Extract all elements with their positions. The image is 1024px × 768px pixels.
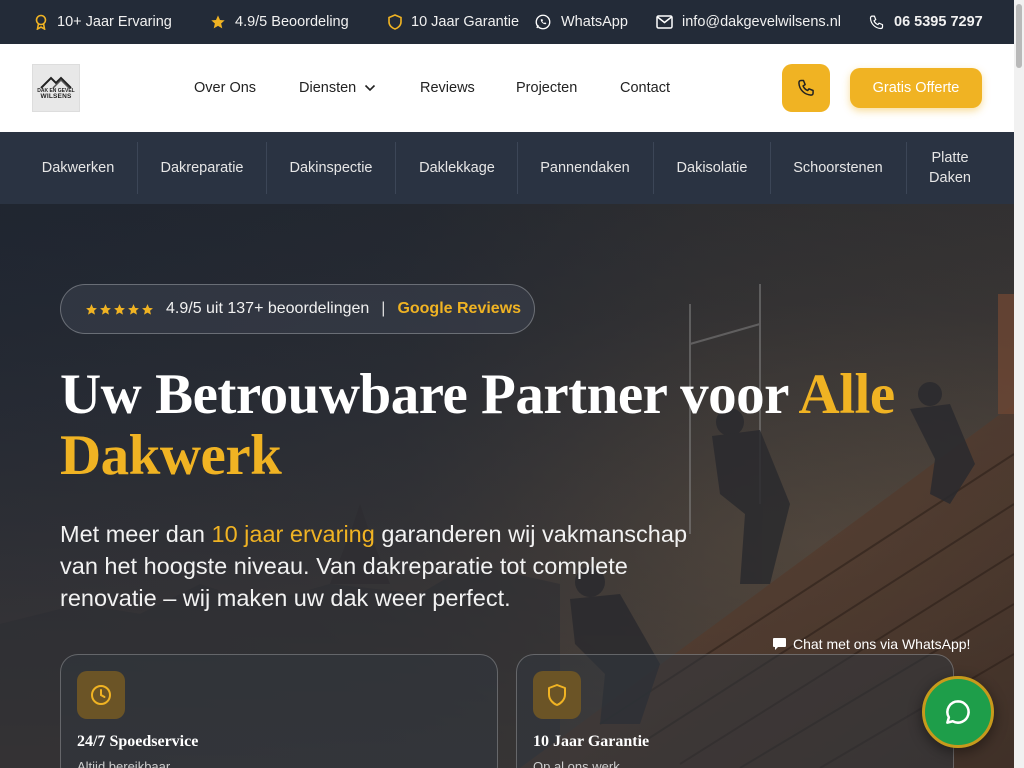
divider	[653, 142, 654, 194]
phone-icon	[869, 15, 884, 29]
nav-diensten[interactable]: Diensten	[299, 44, 376, 132]
guarantee-text: 10 Jaar Garantie	[411, 14, 520, 30]
logo[interactable]: DAK EN GEVEL WILSENS	[32, 64, 80, 112]
divider	[137, 142, 138, 194]
badge-separator: |	[381, 300, 386, 317]
nav-reviews[interactable]: Reviews	[420, 44, 475, 132]
service-dakwerken[interactable]: Dakwerken	[34, 132, 122, 204]
nav-over-ons[interactable]: Over Ons	[194, 44, 256, 132]
free-quote-button[interactable]: Gratis Offerte	[850, 68, 982, 108]
hero-title: Uw Betrouwbare Partner voor Alle Dakwerk	[60, 364, 940, 486]
star-icon	[142, 303, 153, 315]
main-header: DAK EN GEVEL WILSENS Over Ons Diensten R…	[0, 44, 1014, 132]
card-description: Altijd bereikbaar	[77, 759, 171, 768]
chevron-down-icon	[365, 84, 376, 92]
top-info-bar: 10+ Jaar Ervaring 4.9/5 Beoordeling 10 J…	[0, 0, 1014, 44]
nav-over-ons-label: Over Ons	[194, 80, 257, 96]
rating-text: 4.9/5 Beoordeling	[235, 14, 349, 30]
logo-line2: WILSENS	[40, 93, 72, 101]
whatsapp-text: WhatsApp	[561, 14, 628, 30]
rating-info: 4.9/5 Beoordeling	[210, 0, 349, 44]
star-icon	[114, 303, 125, 315]
services-bar: Dakwerken Dakreparatie Dakinspectie Dakl…	[0, 132, 1014, 204]
whatsapp-float-button[interactable]	[922, 676, 994, 748]
divider	[517, 142, 518, 194]
whatsapp-icon	[535, 14, 551, 30]
award-icon	[35, 14, 47, 30]
rating-stars	[85, 303, 154, 316]
card-icon-box	[533, 671, 581, 719]
card-title: 10 Jaar Garantie	[533, 733, 650, 750]
star-icon	[86, 303, 97, 315]
service-dakreparatie[interactable]: Dakreparatie	[152, 132, 252, 204]
nav-contact[interactable]: Contact	[620, 44, 670, 132]
card-description: Op al ons werk	[533, 759, 620, 768]
badge-rating-text: 4.9/5 uit 137+ beoordelingen	[166, 300, 370, 317]
divider	[906, 142, 907, 194]
phone-text: 06 5395 7297	[894, 14, 983, 30]
divider	[395, 142, 396, 194]
hero-sub-part1: Met meer dan	[60, 521, 212, 547]
divider	[266, 142, 267, 194]
card-title: 24/7 Spoedservice	[77, 733, 199, 750]
hero-title-main: Uw Betrouwbare Partner voor	[60, 363, 799, 426]
google-reviews-link[interactable]: Google Reviews	[397, 300, 521, 318]
service-dakisolatie[interactable]: Dakisolatie	[668, 132, 756, 204]
star-icon	[128, 303, 139, 315]
shield-icon	[388, 14, 402, 30]
mail-icon	[656, 15, 673, 29]
feature-card-garantie: 10 Jaar Garantie Op al ons werk	[516, 654, 954, 768]
whatsapp-chat-label[interactable]: Chat met ons via WhatsApp!	[772, 636, 970, 652]
service-platte-daken[interactable]: Platte Daken	[920, 132, 980, 204]
scrollbar-thumb[interactable]	[1016, 4, 1022, 68]
star-icon	[100, 303, 111, 315]
reviews-badge[interactable]: 4.9/5 uit 137+ beoordelingen | Google Re…	[60, 284, 535, 334]
hero-subtitle: Met meer dan 10 jaar ervaring garanderen…	[60, 518, 730, 614]
divider	[770, 142, 771, 194]
hero-section: 4.9/5 uit 137+ beoordelingen | Google Re…	[0, 204, 1014, 768]
speech-bubble-icon	[773, 638, 786, 650]
star-icon	[211, 15, 225, 29]
service-schoorstenen[interactable]: Schoorstenen	[785, 132, 891, 204]
chat-label-text: Chat met ons via WhatsApp!	[793, 636, 971, 652]
phone-link[interactable]: 06 5395 7297	[868, 0, 983, 44]
guarantee-info: 10 Jaar Garantie	[388, 0, 519, 44]
feature-card-spoedservice: 24/7 Spoedservice Altijd bereikbaar	[60, 654, 498, 768]
email-link[interactable]: info@dakgevelwilsens.nl	[656, 0, 841, 44]
phone-icon	[798, 79, 814, 96]
nav-reviews-label: Reviews	[420, 80, 475, 96]
service-pannendaken[interactable]: Pannendaken	[532, 132, 638, 204]
service-daklekkage[interactable]: Daklekkage	[410, 132, 504, 204]
card-icon-box	[77, 671, 125, 719]
whatsapp-link[interactable]: WhatsApp	[534, 0, 628, 44]
nav-projecten-label: Projecten	[516, 80, 578, 96]
nav-contact-label: Contact	[620, 80, 670, 96]
service-dakinspectie[interactable]: Dakinspectie	[280, 132, 382, 204]
hero-sub-accent: 10 jaar ervaring	[211, 521, 375, 547]
nav-projecten[interactable]: Projecten	[516, 44, 577, 132]
chat-icon	[946, 700, 970, 724]
clock-icon	[91, 685, 111, 705]
email-text: info@dakgevelwilsens.nl	[682, 14, 841, 30]
nav-diensten-label: Diensten	[299, 80, 357, 96]
roof-logo-icon	[40, 76, 72, 89]
experience-info: 10+ Jaar Ervaring	[34, 0, 172, 44]
experience-text: 10+ Jaar Ervaring	[57, 14, 172, 30]
shield-icon	[548, 684, 566, 706]
call-button[interactable]	[782, 64, 830, 112]
page-scrollbar[interactable]	[1014, 0, 1024, 768]
